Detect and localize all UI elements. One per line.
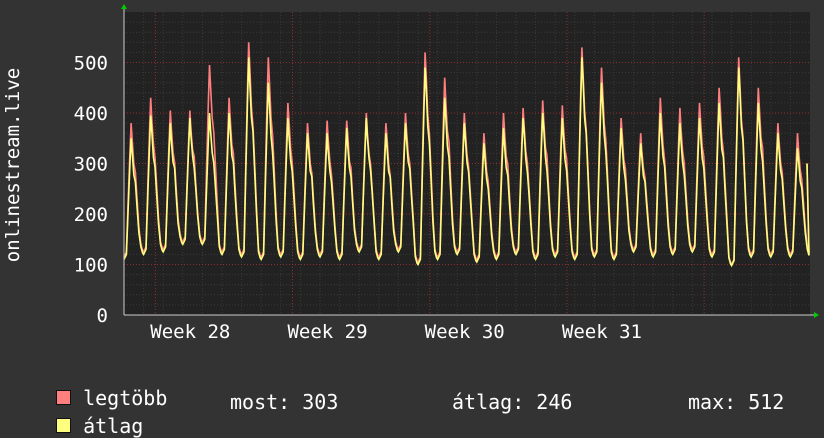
x-tick-label: Week 28	[150, 321, 230, 343]
legend-item-avg: átlag	[32, 390, 143, 438]
y-tick-label: 400	[74, 103, 108, 125]
x-tick-label: Week 31	[562, 321, 642, 343]
y-axis-arrow	[121, 4, 127, 9]
x-axis-arrow	[814, 312, 819, 318]
y-tick-label: 200	[74, 204, 108, 226]
y-tick-label: 300	[74, 154, 108, 176]
x-tick-label: Week 29	[287, 321, 367, 343]
stat-max: max: 512	[688, 390, 785, 414]
legend-swatch-avg	[56, 418, 72, 433]
y-axis-label: onlinestream.live	[2, 67, 24, 263]
y-tick-label: 500	[74, 53, 108, 75]
x-tick-label: Week 30	[425, 321, 505, 343]
legend-label-avg: átlag	[83, 414, 144, 438]
stat-avg: átlag: 246	[452, 390, 573, 414]
y-tick-label: 0	[97, 305, 108, 327]
y-tick-label: 100	[74, 255, 108, 277]
stat-now: most: 303	[230, 390, 339, 414]
